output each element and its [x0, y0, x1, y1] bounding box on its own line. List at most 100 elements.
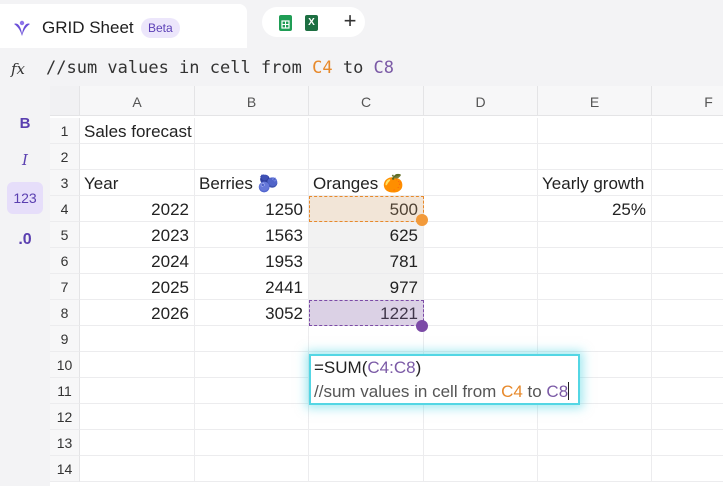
cell-d13[interactable] — [424, 430, 538, 456]
cell-b2[interactable] — [195, 144, 309, 170]
cell-a9[interactable] — [80, 326, 195, 352]
decimal-button[interactable]: .0 — [7, 224, 43, 256]
row-header-4[interactable]: 4 — [50, 196, 80, 222]
cell-b3[interactable]: Berries 🫐 — [195, 170, 309, 196]
google-sheets-icon[interactable] — [279, 15, 292, 31]
row-header-8[interactable]: 8 — [50, 300, 80, 326]
cell-f6[interactable] — [652, 248, 723, 274]
cell-b9[interactable] — [195, 326, 309, 352]
add-icon[interactable]: + — [338, 9, 362, 33]
row-header-6[interactable]: 6 — [50, 248, 80, 274]
cell-e9[interactable] — [538, 326, 652, 352]
cell-e12[interactable] — [538, 404, 652, 430]
cell-d6[interactable] — [424, 248, 538, 274]
cell-c12[interactable] — [309, 404, 424, 430]
cell-d4[interactable] — [424, 196, 538, 222]
cell-e4[interactable]: 25% — [538, 196, 652, 222]
cell-a12[interactable] — [80, 404, 195, 430]
cell-c1[interactable] — [309, 118, 424, 144]
spreadsheet-grid[interactable]: ABCDEF 1 2 3 4 5 6 7 8 9 10 11 12 13 14 Sales forecas… — [50, 86, 723, 486]
cell-a3[interactable]: Year — [80, 170, 195, 196]
cell-e3[interactable]: Yearly growth — [538, 170, 652, 196]
row-header-14[interactable]: 14 — [50, 456, 80, 482]
cell-e2[interactable] — [538, 144, 652, 170]
cell-a10[interactable] — [80, 352, 195, 378]
cell-d9[interactable] — [424, 326, 538, 352]
cell-e1[interactable] — [538, 118, 652, 144]
cell-e8[interactable] — [538, 300, 652, 326]
cell-c2[interactable] — [309, 144, 424, 170]
column-header-b[interactable]: B — [195, 86, 309, 116]
cell-f4[interactable] — [652, 196, 723, 222]
cell-f14[interactable] — [652, 456, 723, 482]
cell-f7[interactable] — [652, 274, 723, 300]
cell-c5[interactable]: 625 — [309, 222, 424, 248]
select-all-corner[interactable] — [50, 86, 80, 116]
cell-c6[interactable]: 781 — [309, 248, 424, 274]
column-header-d[interactable]: D — [424, 86, 538, 116]
cell-a7[interactable]: 2025 — [80, 274, 195, 300]
cell-a4[interactable]: 2022 — [80, 196, 195, 222]
cell-b1[interactable] — [195, 118, 309, 144]
formula-bar[interactable]: fx //sum values in cell from C4 to C8 — [0, 52, 723, 86]
cell-a14[interactable] — [80, 456, 195, 482]
cell-f8[interactable] — [652, 300, 723, 326]
cell-e6[interactable] — [538, 248, 652, 274]
document-tab[interactable]: GRID Sheet Beta — [0, 4, 247, 48]
row-header-12[interactable]: 12 — [50, 404, 80, 430]
number-format-button[interactable]: 123 — [7, 182, 43, 214]
cell-b13[interactable] — [195, 430, 309, 456]
cell-b11[interactable] — [195, 378, 309, 404]
cell-f9[interactable] — [652, 326, 723, 352]
row-header-11[interactable]: 11 — [50, 378, 80, 404]
cell-b7[interactable]: 2441 — [195, 274, 309, 300]
cell-b5[interactable]: 1563 — [195, 222, 309, 248]
row-header-1[interactable]: 1 — [50, 118, 80, 144]
cell-f12[interactable] — [652, 404, 723, 430]
cell-c9[interactable] — [309, 326, 424, 352]
cell-b6[interactable]: 1953 — [195, 248, 309, 274]
bold-button[interactable]: B — [7, 108, 43, 140]
column-header-e[interactable]: E — [538, 86, 652, 116]
drag-handle-orange[interactable] — [416, 214, 428, 226]
cell-d7[interactable] — [424, 274, 538, 300]
column-header-f[interactable]: F — [652, 86, 723, 116]
excel-icon[interactable]: X — [305, 15, 318, 31]
cell-f2[interactable] — [652, 144, 723, 170]
column-header-c[interactable]: C — [309, 86, 424, 116]
cell-c3[interactable]: Oranges 🍊 — [309, 170, 424, 196]
row-header-7[interactable]: 7 — [50, 274, 80, 300]
column-header-a[interactable]: A — [80, 86, 195, 116]
cell-c14[interactable] — [309, 456, 424, 482]
row-header-13[interactable]: 13 — [50, 430, 80, 456]
row-header-9[interactable]: 9 — [50, 326, 80, 352]
cell-e5[interactable] — [538, 222, 652, 248]
cell-d5[interactable] — [424, 222, 538, 248]
cell-e14[interactable] — [538, 456, 652, 482]
cell-f1[interactable] — [652, 118, 723, 144]
cell-f13[interactable] — [652, 430, 723, 456]
cell-d14[interactable] — [424, 456, 538, 482]
cell-editor[interactable]: =SUM(C4:C8) //sum values in cell from C4… — [309, 354, 580, 405]
cell-b8[interactable]: 3052 — [195, 300, 309, 326]
row-header-3[interactable]: 3 — [50, 170, 80, 196]
cell-d2[interactable] — [424, 144, 538, 170]
cell-b12[interactable] — [195, 404, 309, 430]
row-header-5[interactable]: 5 — [50, 222, 80, 248]
cell-a2[interactable] — [80, 144, 195, 170]
formula-text[interactable]: //sum values in cell from C4 to C8 — [46, 58, 394, 78]
row-header-10[interactable]: 10 — [50, 352, 80, 378]
cell-d3[interactable] — [424, 170, 538, 196]
cell-f3[interactable] — [652, 170, 723, 196]
cell-a6[interactable]: 2024 — [80, 248, 195, 274]
cell-f11[interactable] — [652, 378, 723, 404]
cell-e13[interactable] — [538, 430, 652, 456]
cell-c13[interactable] — [309, 430, 424, 456]
cell-f10[interactable] — [652, 352, 723, 378]
cell-f5[interactable] — [652, 222, 723, 248]
drag-handle-purple[interactable] — [416, 320, 428, 332]
row-header-2[interactable]: 2 — [50, 144, 80, 170]
cell-c7[interactable]: 977 — [309, 274, 424, 300]
cell-a11[interactable] — [80, 378, 195, 404]
cell-a1[interactable]: Sales forecast — [80, 118, 195, 144]
